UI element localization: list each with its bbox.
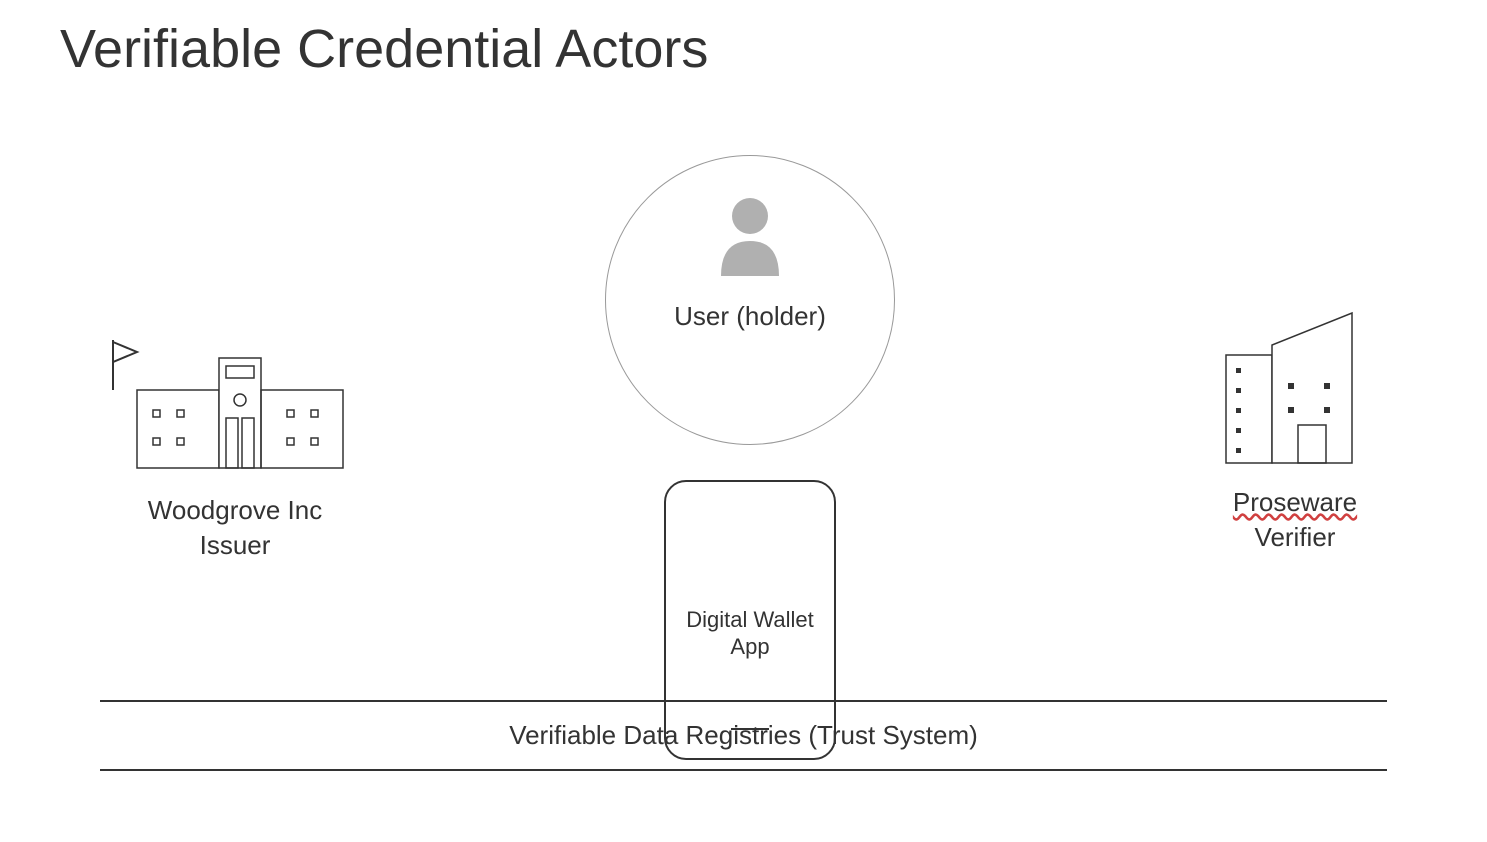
issuer-actor: Woodgrove Inc Issuer (85, 330, 385, 561)
verifier-name: Proseware (1195, 487, 1395, 518)
divider-line (100, 700, 1387, 702)
user-icon (715, 196, 785, 281)
issuer-role: Issuer (85, 530, 385, 561)
page-title: Verifiable Credential Actors (60, 18, 708, 80)
holder-label: User (holder) (674, 301, 826, 332)
trust-registry: Verifiable Data Registries (Trust System… (100, 700, 1387, 771)
issuer-name: Woodgrove Inc (85, 495, 385, 526)
wallet-app-label-2: App (666, 634, 834, 660)
verifier-actor: Proseware Verifier (1195, 305, 1395, 553)
school-building-icon (95, 330, 375, 480)
holder-actor: User (holder) Digital Wallet App (590, 155, 910, 445)
wallet-app-label-1: Digital Wallet (666, 607, 834, 633)
verifier-role: Verifier (1195, 522, 1395, 553)
office-building-icon (1210, 305, 1380, 475)
divider-line (100, 769, 1387, 771)
registry-label: Verifiable Data Registries (Trust System… (100, 720, 1387, 751)
user-circle: User (holder) (605, 155, 895, 445)
